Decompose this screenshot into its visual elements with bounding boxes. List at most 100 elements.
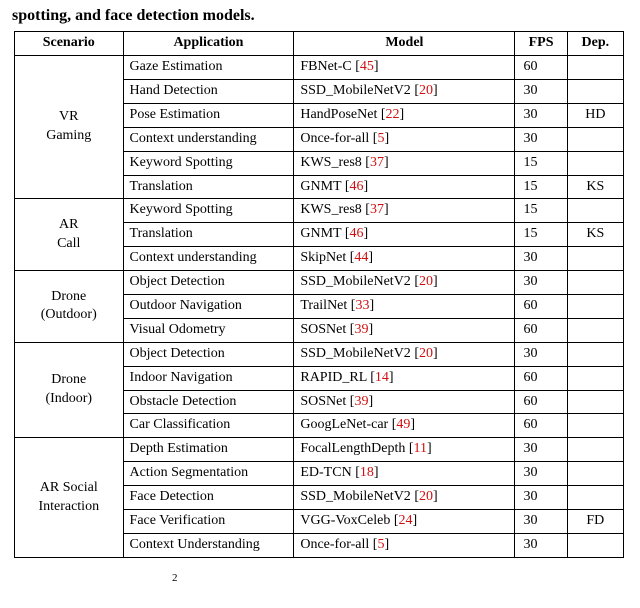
model-cell: SOSNet [39]: [294, 318, 515, 342]
model-ref: 20: [419, 346, 433, 361]
application-cell: Object Detection: [123, 271, 294, 295]
col-header-application: Application: [123, 32, 294, 56]
model-name: KWS_res8: [300, 155, 361, 170]
table-caption-fragment: spotting, and face detection models.: [12, 6, 630, 25]
application-cell: Translation: [123, 175, 294, 199]
model-ref: 46: [350, 179, 364, 194]
fps-cell: 30: [515, 79, 567, 103]
fps-cell: 30: [515, 533, 567, 557]
fps-cell: 15: [515, 199, 567, 223]
model-ref: 5: [377, 131, 384, 146]
dep-cell: [567, 151, 623, 175]
fps-cell: 60: [515, 414, 567, 438]
scenarios-table: Scenario Application Model FPS Dep. VRGa…: [14, 31, 624, 558]
application-cell: Context Understanding: [123, 533, 294, 557]
fps-cell: 15: [515, 223, 567, 247]
model-cell: SOSNet [39]: [294, 390, 515, 414]
application-cell: Keyword Spotting: [123, 151, 294, 175]
model-name: FBNet-C: [300, 59, 351, 74]
dep-cell: KS: [567, 175, 623, 199]
dep-cell: [567, 318, 623, 342]
model-cell: RAPID_RL [14]: [294, 366, 515, 390]
model-cell: SSD_MobileNetV2 [20]: [294, 79, 515, 103]
model-ref: 37: [370, 202, 384, 217]
model-cell: FBNet-C [45]: [294, 56, 515, 80]
model-cell: Once-for-all [5]: [294, 533, 515, 557]
table-row: Drone(Outdoor)Object DetectionSSD_Mobile…: [15, 271, 624, 295]
model-ref: 39: [354, 394, 368, 409]
model-name: FocalLengthDepth: [300, 441, 405, 456]
model-name: GoogLeNet-car: [300, 417, 388, 432]
model-name: HandPoseNet: [300, 107, 377, 122]
fps-cell: 30: [515, 486, 567, 510]
table-header-row: Scenario Application Model FPS Dep.: [15, 32, 624, 56]
fps-cell: 30: [515, 127, 567, 151]
model-name: ED-TCN: [300, 465, 351, 480]
model-ref: 44: [354, 250, 368, 265]
fps-cell: 60: [515, 294, 567, 318]
model-cell: SkipNet [44]: [294, 247, 515, 271]
fps-cell: 30: [515, 342, 567, 366]
model-ref: 14: [375, 370, 389, 385]
application-cell: Obstacle Detection: [123, 390, 294, 414]
col-header-dep: Dep.: [567, 32, 623, 56]
model-name: SSD_MobileNetV2: [300, 83, 410, 98]
dep-cell: [567, 79, 623, 103]
model-name: SSD_MobileNetV2: [300, 489, 410, 504]
model-ref: 20: [419, 83, 433, 98]
fps-cell: 30: [515, 247, 567, 271]
model-name: GNMT: [300, 226, 341, 241]
model-name: Once-for-all: [300, 537, 369, 552]
application-cell: Gaze Estimation: [123, 56, 294, 80]
application-cell: Action Segmentation: [123, 462, 294, 486]
model-ref: 5: [377, 537, 384, 552]
application-cell: Translation: [123, 223, 294, 247]
model-name: VGG-VoxCeleb: [300, 513, 390, 528]
model-ref: 18: [360, 465, 374, 480]
scenario-line: AR: [59, 217, 78, 232]
model-ref: 11: [414, 441, 427, 456]
model-ref: 46: [350, 226, 364, 241]
fps-cell: 30: [515, 438, 567, 462]
table-row: ARCallKeyword SpottingKWS_res8 [37]15: [15, 199, 624, 223]
dep-cell: [567, 438, 623, 462]
dep-cell: [567, 271, 623, 295]
scenario-cell: ARCall: [15, 199, 124, 271]
table-body: VRGamingGaze EstimationFBNet-C [45]60Han…: [15, 56, 624, 558]
application-cell: Face Verification: [123, 510, 294, 534]
model-cell: SSD_MobileNetV2 [20]: [294, 271, 515, 295]
application-cell: Visual Odometry: [123, 318, 294, 342]
model-cell: TrailNet [33]: [294, 294, 515, 318]
dep-cell: [567, 533, 623, 557]
footnote-marker: 2: [10, 572, 630, 584]
model-ref: 24: [399, 513, 413, 528]
model-cell: KWS_res8 [37]: [294, 199, 515, 223]
model-ref: 20: [419, 489, 433, 504]
model-ref: 39: [354, 322, 368, 337]
application-cell: Keyword Spotting: [123, 199, 294, 223]
table-row: Drone(Indoor)Object DetectionSSD_MobileN…: [15, 342, 624, 366]
fps-cell: 30: [515, 271, 567, 295]
model-ref: 45: [360, 59, 374, 74]
model-ref: 20: [419, 274, 433, 289]
model-cell: VGG-VoxCeleb [24]: [294, 510, 515, 534]
table-row: VRGamingGaze EstimationFBNet-C [45]60: [15, 56, 624, 80]
dep-cell: [567, 390, 623, 414]
dep-cell: [567, 366, 623, 390]
application-cell: Face Detection: [123, 486, 294, 510]
model-cell: GNMT [46]: [294, 175, 515, 199]
model-ref: 33: [355, 298, 369, 313]
dep-cell: FD: [567, 510, 623, 534]
model-cell: FocalLengthDepth [11]: [294, 438, 515, 462]
scenario-line: (Indoor): [45, 391, 92, 406]
fps-cell: 60: [515, 390, 567, 414]
scenario-line: Drone: [51, 289, 86, 304]
application-cell: Context understanding: [123, 247, 294, 271]
dep-cell: KS: [567, 223, 623, 247]
model-name: Once-for-all: [300, 131, 369, 146]
model-ref: 22: [386, 107, 400, 122]
model-cell: ED-TCN [18]: [294, 462, 515, 486]
model-cell: HandPoseNet [22]: [294, 103, 515, 127]
dep-cell: [567, 414, 623, 438]
table-row: AR SocialInteractionDepth EstimationFoca…: [15, 438, 624, 462]
